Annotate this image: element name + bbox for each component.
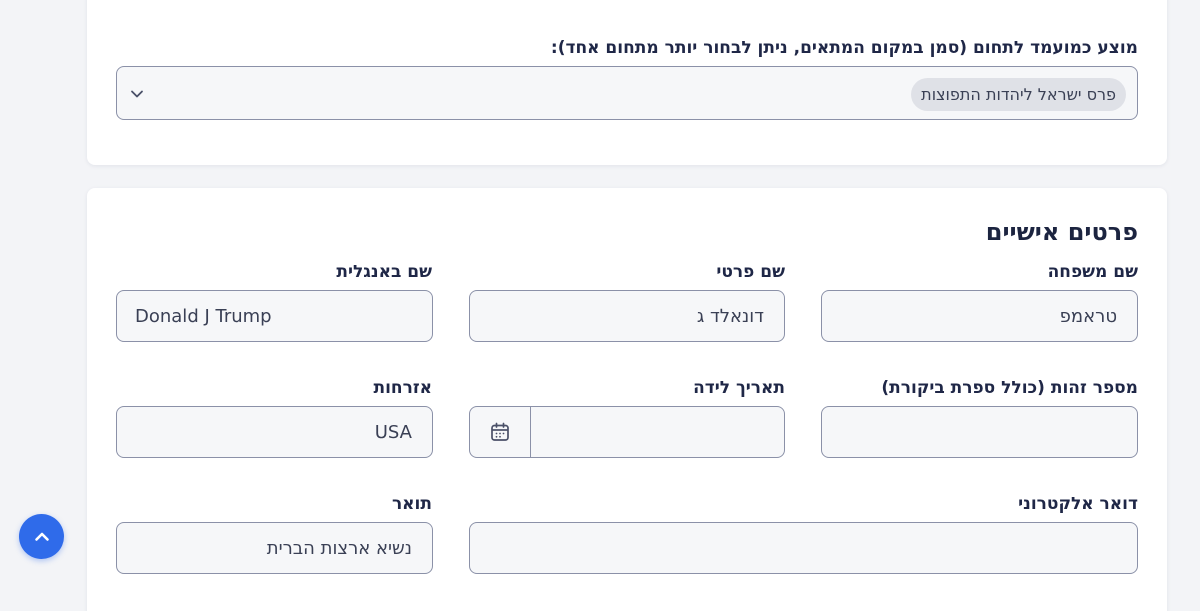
id-number-field[interactable]: [821, 406, 1138, 458]
last-name-value: טראמפ: [1059, 305, 1117, 327]
citizenship-label: אזרחות: [373, 378, 432, 398]
chevron-down-icon[interactable]: [127, 84, 147, 104]
section-title: פרטים אישיים: [985, 218, 1138, 246]
degree-label: תואר: [391, 494, 432, 514]
citizenship-value: USA: [374, 421, 412, 443]
calendar-button[interactable]: [470, 407, 531, 457]
field-select[interactable]: פרס ישראל ליהדות התפוצות: [116, 66, 1138, 120]
citizenship-field[interactable]: USA: [116, 406, 433, 458]
birth-date-field[interactable]: [469, 406, 785, 458]
recommendation-card: מוצע כמועמד לתחום (סמן במקום המתאים, נית…: [87, 0, 1167, 165]
english-name-value: Donald J Trump: [135, 305, 272, 327]
email-label: דואר אלקטרוני: [1018, 494, 1138, 514]
recommendation-label: מוצע כמועמד לתחום (סמן במקום המתאים, נית…: [550, 38, 1138, 58]
calendar-icon: [491, 422, 509, 441]
english-name-field[interactable]: Donald J Trump: [116, 290, 433, 342]
personal-details-card: פרטים אישיים שם משפחה טראמפ שם פרטי דונא…: [87, 188, 1167, 611]
english-name-label: שם באנגלית: [336, 262, 432, 282]
first-name-label: שם פרטי: [716, 262, 785, 282]
last-name-label: שם משפחה: [1047, 262, 1138, 282]
first-name-value: דונאלד ג: [696, 305, 764, 327]
degree-value: נשיא ארצות הברית: [266, 537, 412, 559]
scroll-top-button[interactable]: [19, 514, 64, 559]
birth-date-label: תאריך לידה: [693, 378, 785, 398]
degree-field[interactable]: נשיא ארצות הברית: [116, 522, 433, 574]
email-field[interactable]: [469, 522, 1138, 574]
selected-tag[interactable]: פרס ישראל ליהדות התפוצות: [911, 78, 1126, 111]
first-name-field[interactable]: דונאלד ג: [469, 290, 785, 342]
id-number-label: מספר זהות (כולל ספרת ביקורת): [881, 378, 1138, 398]
chevron-up-icon: [34, 532, 49, 541]
last-name-field[interactable]: טראמפ: [821, 290, 1138, 342]
